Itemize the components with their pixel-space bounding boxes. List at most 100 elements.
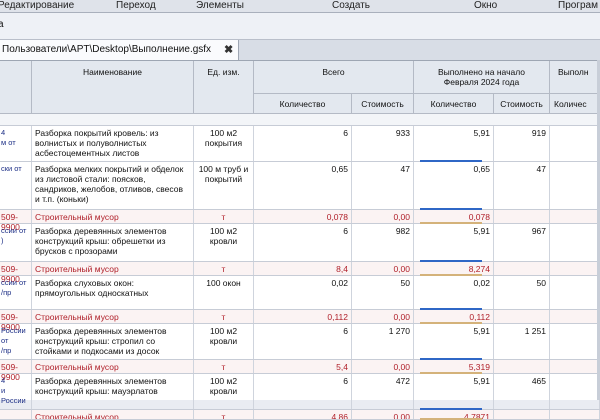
row-cost-done[interactable] xyxy=(494,310,550,323)
row-code[interactable]: ссии от /пр xyxy=(0,276,32,309)
document-tab[interactable]: Пользователи\APT\Desktop\Выполнение.gsfx… xyxy=(0,40,239,60)
row-cost[interactable]: 0,00 xyxy=(352,310,414,323)
menu-programs[interactable]: Програм xyxy=(558,0,598,12)
row-name[interactable]: Строительный мусор xyxy=(32,262,194,275)
row-qty-next[interactable] xyxy=(550,276,600,309)
row-cost[interactable]: 47 xyxy=(352,162,414,209)
row-qty[interactable]: 0,112 xyxy=(254,310,352,323)
row-qty[interactable]: 6 xyxy=(254,324,352,359)
row-qty-next[interactable] xyxy=(550,360,600,373)
row-cost-done[interactable] xyxy=(494,360,550,373)
row-cost[interactable]: 1 270 xyxy=(352,324,414,359)
row-qty-next[interactable] xyxy=(550,410,600,419)
row-qty[interactable]: 8,4 xyxy=(254,262,352,275)
menu-go[interactable]: Переход xyxy=(116,0,156,12)
row-cost-done[interactable]: 465 xyxy=(494,374,550,409)
row-cost[interactable]: 982 xyxy=(352,224,414,261)
row-unit[interactable]: т xyxy=(194,210,254,223)
row-cost-done[interactable]: 1 251 xyxy=(494,324,550,359)
row-code[interactable]: 509-9900 xyxy=(0,210,32,232)
menu-elements[interactable]: Элементы xyxy=(196,0,244,12)
row-qty[interactable]: 6 xyxy=(254,126,352,161)
row-name[interactable]: Строительный мусор xyxy=(32,210,194,223)
row-cost[interactable]: 0,00 xyxy=(352,262,414,275)
row-unit[interactable]: т xyxy=(194,360,254,373)
row-qty[interactable]: 5,4 xyxy=(254,360,352,373)
row-cost-done[interactable]: 50 xyxy=(494,276,550,309)
row-code[interactable]: 509-9900 xyxy=(0,310,32,332)
row-qty-next[interactable] xyxy=(550,262,600,275)
row-unit[interactable]: т xyxy=(194,310,254,323)
row-name[interactable]: Разборка деревянных элементов конструкци… xyxy=(32,374,194,409)
work-row[interactable]: ссии от /пр Разборка слуховых окон: прямо… xyxy=(0,276,600,310)
row-cost[interactable]: 0,00 xyxy=(352,360,414,373)
row-qty-next[interactable] xyxy=(550,324,600,359)
row-qty-done[interactable]: 5,91 xyxy=(414,324,494,359)
row-name[interactable]: Строительный мусор xyxy=(32,310,194,323)
row-qty[interactable]: 0,65 xyxy=(254,162,352,209)
row-cost[interactable]: 50 xyxy=(352,276,414,309)
waste-row[interactable]: 509-9900 Строительный мусор т 0,112 0,00 0,11… xyxy=(0,310,600,332)
row-qty-done[interactable]: 5,91 xyxy=(414,374,494,409)
row-name[interactable]: Разборка деревянных элементов конструкци… xyxy=(32,324,194,359)
row-name[interactable]: Разборка деревянных элементов конструкци… xyxy=(32,224,194,261)
row-cost[interactable]: 0,00 xyxy=(352,410,414,419)
row-code[interactable]: России от /пр xyxy=(0,324,32,359)
row-code[interactable]: 509-9900 xyxy=(0,360,32,382)
work-row[interactable]: России от /пр Разборка деревянных элемент… xyxy=(0,324,600,360)
work-row[interactable]: 4 м от Разборка покрытий кровель: из волн… xyxy=(0,126,600,162)
row-qty[interactable]: 4,86 xyxy=(254,410,352,419)
menu-edit[interactable]: Редактирование xyxy=(0,0,74,12)
work-row[interactable]: ски от Разборка мелких покрытий и обделок… xyxy=(0,162,600,210)
row-qty[interactable]: 6 xyxy=(254,224,352,261)
row-name[interactable]: Разборка покрытий кровель: из волнистых … xyxy=(32,126,194,161)
row-cost[interactable]: 933 xyxy=(352,126,414,161)
row-name[interactable]: Строительный мусор xyxy=(32,360,194,373)
row-name[interactable]: Строительный мусор xyxy=(32,410,194,419)
row-cost-done[interactable] xyxy=(494,262,550,275)
row-cost-done[interactable] xyxy=(494,410,550,419)
waste-row[interactable]: Строительный мусор т 4,86 0,00 4,7871 xyxy=(0,410,600,420)
row-unit[interactable]: 100 м2 покрытия xyxy=(194,126,254,161)
menu-window[interactable]: Окно xyxy=(474,0,497,12)
row-code[interactable]: ски от xyxy=(0,162,32,209)
row-qty-done[interactable]: 5,91 xyxy=(414,126,494,161)
row-qty-next[interactable] xyxy=(550,224,600,261)
row-qty[interactable]: 0,02 xyxy=(254,276,352,309)
row-code[interactable]: 4 м от xyxy=(0,126,32,161)
row-name[interactable]: Разборка мелких покрытий и обделок из ли… xyxy=(32,162,194,209)
row-qty[interactable]: 0,078 xyxy=(254,210,352,223)
waste-row[interactable]: 509-9900 Строительный мусор т 5,4 0,00 5,319 xyxy=(0,360,600,382)
row-code[interactable] xyxy=(0,410,32,419)
row-cost-done[interactable]: 967 xyxy=(494,224,550,261)
row-cost-done[interactable]: 47 xyxy=(494,162,550,209)
work-row[interactable]: ссии от ) Разборка деревянных элементов к… xyxy=(0,224,600,262)
waste-row[interactable]: 509-9900 Строительный мусор т 8,4 0,00 8,274 xyxy=(0,262,600,284)
row-qty-next[interactable] xyxy=(550,374,600,409)
row-code[interactable]: 509-9900 xyxy=(0,262,32,284)
row-qty-next[interactable] xyxy=(550,126,600,161)
menu-create[interactable]: Создать xyxy=(332,0,370,12)
row-cost[interactable]: 472 xyxy=(352,374,414,409)
row-unit[interactable]: 100 м2 кровли xyxy=(194,374,254,409)
row-qty-next[interactable] xyxy=(550,162,600,209)
row-code[interactable]: ссии от ) xyxy=(0,224,32,261)
row-qty-done[interactable]: 0,02 xyxy=(414,276,494,309)
waste-row[interactable]: 509-9900 Строительный мусор т 0,078 0,00 0,07… xyxy=(0,210,600,232)
row-cost-done[interactable]: 919 xyxy=(494,126,550,161)
row-qty-next[interactable] xyxy=(550,310,600,323)
close-icon[interactable]: ✖ xyxy=(224,43,233,56)
row-unit[interactable]: 100 м2 кровли xyxy=(194,224,254,261)
row-unit[interactable]: 100 м2 кровли xyxy=(194,324,254,359)
row-unit[interactable]: 100 м труб и покрытий xyxy=(194,162,254,209)
row-cost[interactable]: 0,00 xyxy=(352,210,414,223)
row-cost-done[interactable] xyxy=(494,210,550,223)
row-qty-next[interactable] xyxy=(550,210,600,223)
row-name[interactable]: Разборка слуховых окон: прямоугольных од… xyxy=(32,276,194,309)
row-unit[interactable]: 100 окон xyxy=(194,276,254,309)
row-qty-done[interactable]: 0,65 xyxy=(414,162,494,209)
row-unit[interactable]: т xyxy=(194,262,254,275)
row-qty-done[interactable]: 5,91 xyxy=(414,224,494,261)
work-row[interactable]: 4 и России от 37/прРазборка деревянных э… xyxy=(0,374,600,410)
row-qty[interactable]: 6 xyxy=(254,374,352,409)
